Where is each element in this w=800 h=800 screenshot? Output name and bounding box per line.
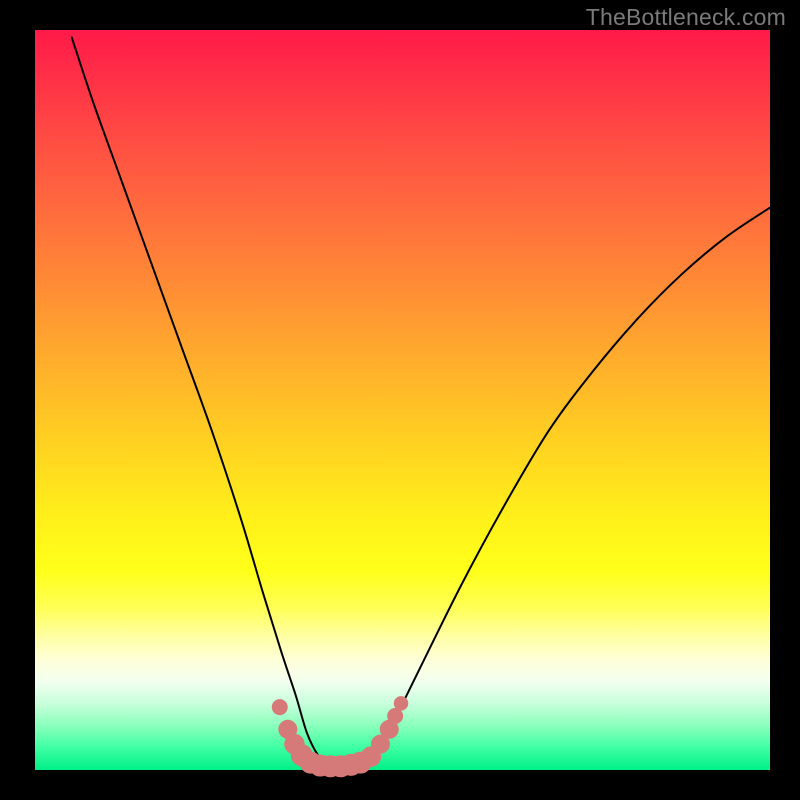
curve-svg <box>35 30 770 770</box>
bottleneck-curve <box>72 37 770 767</box>
chart-frame: TheBottleneck.com <box>0 0 800 800</box>
curve-marker <box>388 708 403 723</box>
curve-markers <box>272 697 408 777</box>
watermark-text: TheBottleneck.com <box>586 4 786 31</box>
curve-marker <box>394 697 408 711</box>
curve-marker <box>272 700 287 715</box>
plot-area <box>35 30 770 770</box>
